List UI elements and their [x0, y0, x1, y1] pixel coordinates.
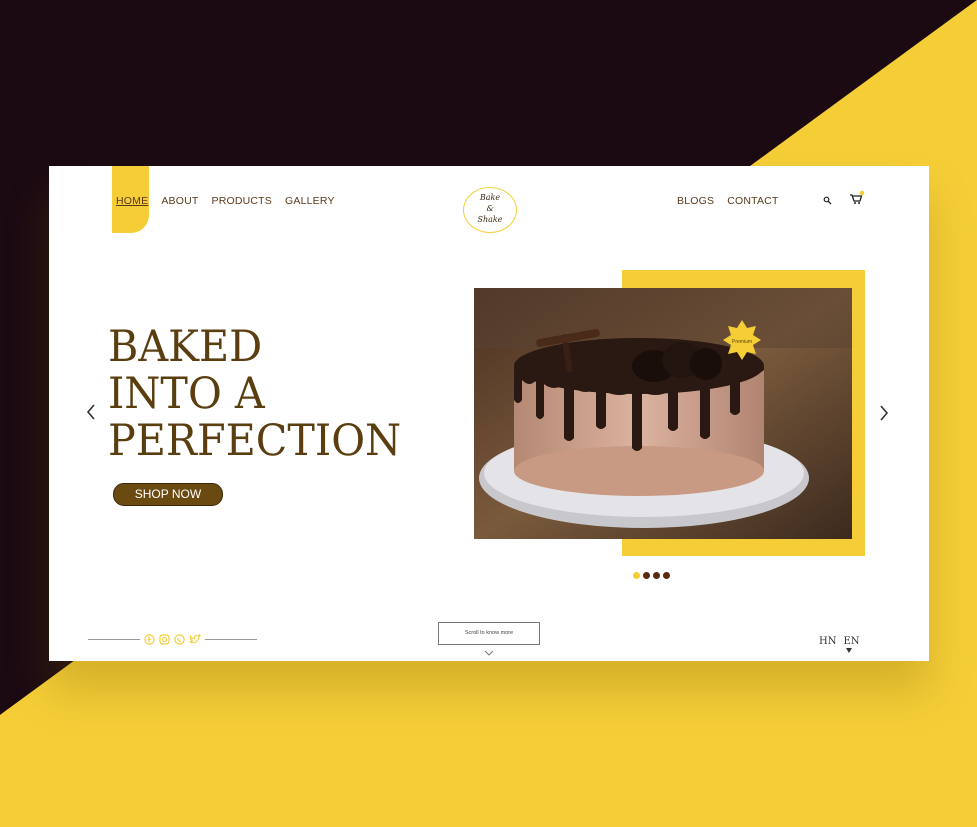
logo[interactable]: Bake & Shake: [463, 187, 517, 233]
carousel-dot[interactable]: [643, 572, 650, 579]
nav-contact[interactable]: CONTACT: [727, 195, 778, 207]
chevron-down-icon[interactable]: [484, 650, 494, 656]
website-card: HOME ABOUT PRODUCTS GALLERY Bake & Shake…: [49, 166, 929, 661]
hero-line-3: PERFECTION: [108, 416, 402, 466]
cake-photo: Premium: [474, 288, 852, 539]
whatsapp-icon[interactable]: [174, 634, 185, 645]
social-bar: [88, 634, 257, 645]
prev-arrow-icon[interactable]: [85, 403, 97, 421]
cart-icon[interactable]: [849, 190, 865, 206]
hero-line-1: BAKED: [108, 322, 263, 372]
cake-illustration: Premium: [474, 288, 852, 539]
divider: [88, 639, 140, 640]
carousel-dot[interactable]: [633, 572, 640, 579]
nav-right: BLOGS CONTACT: [677, 195, 779, 207]
lang-hn[interactable]: HN: [819, 636, 836, 647]
nav-gallery[interactable]: GALLERY: [285, 195, 335, 207]
logo-line-3: Shake: [477, 215, 503, 224]
language-switcher: HN EN: [819, 636, 860, 647]
scroll-to-know-more[interactable]: Scroll to know more: [438, 622, 540, 645]
nav-blogs[interactable]: BLOGS: [677, 195, 714, 207]
twitter-icon[interactable]: [189, 634, 201, 645]
carousel-dot[interactable]: [653, 572, 660, 579]
facebook-icon[interactable]: [144, 634, 155, 645]
search-icon[interactable]: [823, 196, 832, 205]
caret-down-icon[interactable]: [846, 648, 852, 653]
nav-about[interactable]: ABOUT: [161, 195, 198, 207]
shop-now-button[interactable]: SHOP NOW: [113, 483, 223, 506]
hero-line-2: INTO A: [108, 369, 265, 419]
nav-home[interactable]: HOME: [116, 195, 148, 207]
logo-line-2: &: [486, 204, 494, 213]
logo-line-1: Bake: [479, 193, 501, 202]
divider: [205, 639, 257, 640]
carousel-dots: [633, 572, 670, 579]
nav-products[interactable]: PRODUCTS: [211, 195, 272, 207]
next-arrow-icon[interactable]: [878, 404, 890, 422]
lang-en[interactable]: EN: [843, 636, 859, 647]
premium-badge: Premium: [732, 339, 752, 345]
instagram-icon[interactable]: [159, 634, 170, 645]
nav-left: HOME ABOUT PRODUCTS GALLERY: [116, 195, 335, 207]
carousel-dot[interactable]: [663, 572, 670, 579]
hero-headline: BAKED INTO A PERFECTION: [108, 324, 401, 465]
